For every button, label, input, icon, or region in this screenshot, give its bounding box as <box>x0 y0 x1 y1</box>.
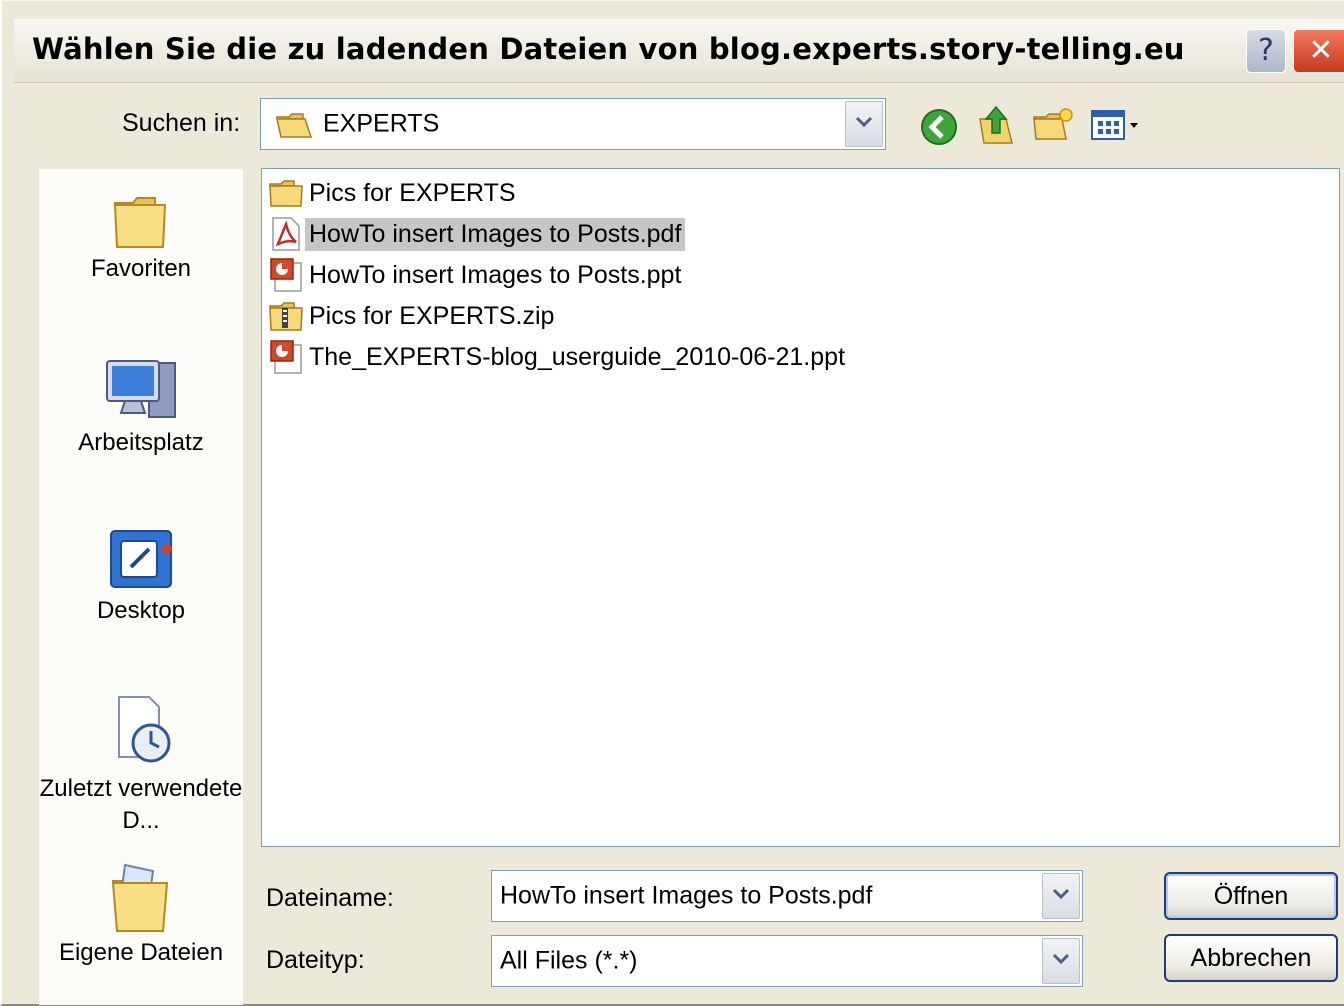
lookin-label: Suchen in: <box>122 109 241 137</box>
back-icon[interactable] <box>920 108 958 151</box>
filetype-label: Dateityp: <box>266 946 365 974</box>
filename-input[interactable]: HowTo insert Images to Posts.pdf <box>491 870 1083 922</box>
file-list[interactable]: Pics for EXPERTS HowTo insert Images to … <box>261 168 1340 847</box>
zip-icon <box>267 298 305 334</box>
filetype-select[interactable]: All Files (*.*) <box>491 935 1083 987</box>
list-item[interactable]: Pics for EXPERTS <box>267 173 520 213</box>
place-label: Desktop <box>96 597 186 624</box>
file-open-dialog: Wählen Sie die zu ladenden Dateien von b… <box>0 0 1344 1006</box>
title-bar[interactable]: Wählen Sie die zu ladenden Dateien von b… <box>14 19 1344 83</box>
ppt-icon <box>267 339 305 375</box>
desktop-icon <box>39 523 243 595</box>
recent-documents-icon <box>39 693 243 769</box>
list-item-selected[interactable]: HowTo insert Images to Posts.pdf <box>267 214 686 254</box>
my-documents-icon <box>39 861 243 937</box>
favorites-folder-icon <box>39 189 243 253</box>
place-my-documents[interactable]: Eigene Dateien <box>39 861 243 969</box>
file-name: HowTo insert Images to Posts.pdf <box>305 217 686 251</box>
folder-open-icon <box>275 111 313 144</box>
place-label: Favoriten <box>90 255 192 282</box>
my-computer-icon <box>39 355 243 427</box>
file-name: Pics for EXPERTS.zip <box>309 301 555 330</box>
places-bar: Favoriten Arbeitsplatz Desktop Zuletzt v… <box>39 169 243 1005</box>
place-favorites[interactable]: Favoriten <box>39 189 243 285</box>
filetype-dropdown-button[interactable] <box>1042 938 1080 984</box>
lookin-value: EXPERTS <box>323 109 440 138</box>
new-folder-icon[interactable] <box>1032 105 1076 150</box>
help-button[interactable]: ? <box>1246 29 1286 73</box>
close-button[interactable]: ✕ <box>1293 29 1344 73</box>
list-item[interactable]: The_EXPERTS-blog_userguide_2010-06-21.pp… <box>267 337 849 377</box>
view-menu-icon[interactable] <box>1090 107 1146 148</box>
lookin-dropdown-button[interactable] <box>845 101 883 147</box>
place-recent[interactable]: Zuletzt verwendete D... <box>39 693 243 837</box>
folder-icon <box>267 175 305 211</box>
place-label: Eigene Dateien <box>58 939 224 966</box>
open-button[interactable]: Öffnen <box>1164 872 1338 920</box>
chevron-down-icon <box>1052 952 1070 971</box>
list-item[interactable]: Pics for EXPERTS.zip <box>267 296 558 336</box>
file-name: The_EXPERTS-blog_userguide_2010-06-21.pp… <box>309 342 846 371</box>
place-label: Zuletzt verwendete D... <box>39 775 243 834</box>
filename-dropdown-button[interactable] <box>1042 873 1080 919</box>
place-label: Arbeitsplatz <box>78 429 204 456</box>
chevron-down-icon <box>1052 887 1070 906</box>
place-desktop[interactable]: Desktop <box>39 523 243 627</box>
place-my-computer[interactable]: Arbeitsplatz <box>39 355 243 459</box>
lookin-combo[interactable]: EXPERTS <box>260 98 886 150</box>
filetype-value: All Files (*.*) <box>500 946 638 975</box>
chevron-down-icon <box>855 115 873 134</box>
filename-value: HowTo insert Images to Posts.pdf <box>500 881 873 910</box>
file-name: HowTo insert Images to Posts.ppt <box>309 260 682 289</box>
ppt-icon <box>267 257 305 293</box>
up-folder-icon[interactable] <box>976 103 1016 152</box>
cancel-button[interactable]: Abbrechen <box>1164 934 1338 982</box>
file-name: Pics for EXPERTS <box>309 178 516 207</box>
filename-label: Dateiname: <box>266 884 394 912</box>
list-item[interactable]: HowTo insert Images to Posts.ppt <box>267 255 685 295</box>
dialog-title: Wählen Sie die zu ladenden Dateien von b… <box>32 32 1185 66</box>
pdf-icon <box>267 216 305 252</box>
